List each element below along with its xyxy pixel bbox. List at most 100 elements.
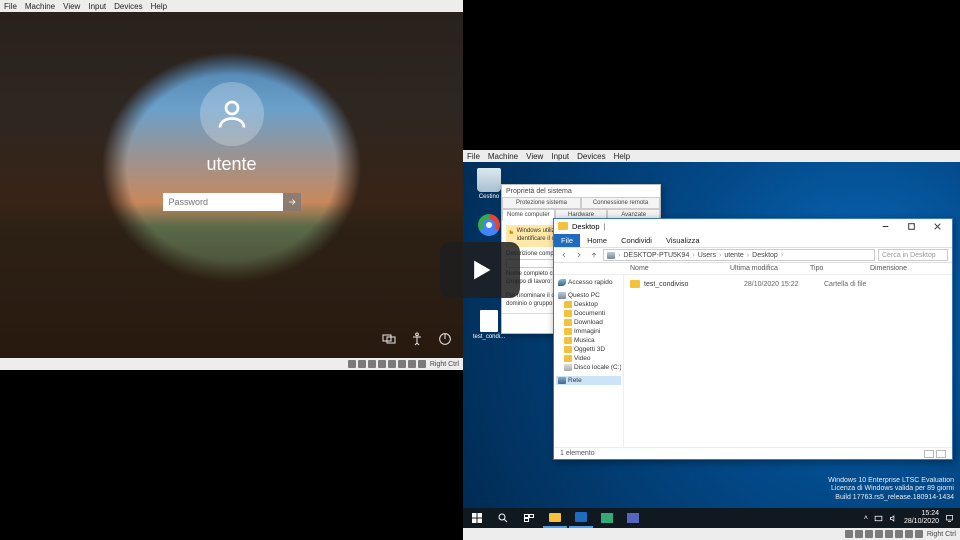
menu-input[interactable]: Input bbox=[88, 2, 106, 11]
folder-icon bbox=[558, 222, 568, 230]
taskview-button[interactable] bbox=[517, 508, 541, 528]
tree-item[interactable]: Disco locale (C:) bbox=[556, 363, 621, 372]
maximize-button[interactable] bbox=[900, 220, 922, 232]
network-icon[interactable] bbox=[874, 514, 883, 523]
ribbon-tab[interactable]: Home bbox=[580, 234, 614, 247]
tree-item[interactable]: Questo PC bbox=[556, 291, 621, 300]
explorer-search-input[interactable]: Cerca in Desktop bbox=[878, 249, 948, 261]
explorer-file-list[interactable]: test_condiviso 28/10/2020 15:22 Cartella… bbox=[624, 275, 952, 447]
volume-icon[interactable] bbox=[889, 514, 898, 523]
menu-file[interactable]: File bbox=[467, 152, 480, 161]
tree-item[interactable]: Desktop bbox=[556, 300, 621, 309]
list-item[interactable]: test_condiviso 28/10/2020 15:22 Cartella… bbox=[630, 279, 946, 289]
menu-view[interactable]: View bbox=[526, 152, 543, 161]
tree-item[interactable]: Documenti bbox=[556, 309, 621, 318]
folder-icon bbox=[564, 346, 572, 353]
info-icon bbox=[509, 228, 514, 236]
gear-icon bbox=[575, 512, 587, 522]
menu-devices[interactable]: Devices bbox=[114, 2, 142, 11]
tray-chevron-icon[interactable]: ˄ bbox=[864, 515, 868, 522]
tree-network[interactable]: Rete bbox=[556, 376, 621, 385]
folder-icon bbox=[564, 310, 572, 317]
col-type: Tipo bbox=[804, 263, 864, 274]
windows-watermark: Windows 10 Enterprise LTSC Evaluation Li… bbox=[828, 477, 954, 502]
tree-item[interactable]: Immagini bbox=[556, 327, 621, 336]
explorer-title: Desktop bbox=[572, 222, 600, 231]
user-avatar bbox=[200, 82, 264, 146]
recyclebin-icon bbox=[477, 168, 501, 192]
status-icon bbox=[895, 530, 903, 538]
login-username: utente bbox=[206, 154, 256, 175]
windows-desktop[interactable]: Cestino test_condi... Proprietà del sist… bbox=[463, 162, 960, 528]
close-button[interactable] bbox=[926, 220, 948, 232]
chrome-icon bbox=[478, 214, 500, 236]
password-input[interactable] bbox=[163, 193, 283, 211]
menu-file[interactable]: File bbox=[4, 2, 17, 11]
col-size: Dimensione bbox=[864, 263, 914, 274]
menu-devices[interactable]: Devices bbox=[577, 152, 605, 161]
folder-icon bbox=[564, 355, 572, 362]
status-icon bbox=[865, 530, 873, 538]
tree-item[interactable]: Video bbox=[556, 354, 621, 363]
app-icon bbox=[601, 513, 613, 523]
pc-icon bbox=[607, 252, 615, 259]
folder-icon bbox=[630, 280, 640, 288]
column-headers[interactable]: Nome Ultima modifica Tipo Dimensione bbox=[554, 263, 952, 275]
desktop-icon-label: test_condi... bbox=[473, 334, 505, 340]
taskbar[interactable]: ˄ 15:24 28/10/2020 bbox=[463, 508, 960, 528]
taskbar-search-button[interactable] bbox=[491, 508, 515, 528]
vm-menubar-left[interactable]: File Machine View Input Devices Help bbox=[0, 0, 463, 12]
menu-machine[interactable]: Machine bbox=[488, 152, 518, 161]
menu-help[interactable]: Help bbox=[151, 2, 167, 11]
nav-back-button[interactable] bbox=[558, 249, 570, 261]
ease-of-access-icon[interactable] bbox=[409, 331, 425, 350]
menu-help[interactable]: Help bbox=[614, 152, 630, 161]
tree-quick-access[interactable]: Accesso rapido bbox=[556, 278, 621, 287]
taskbar-app-sysprops[interactable] bbox=[569, 508, 593, 528]
ribbon-tab[interactable]: Condividi bbox=[614, 234, 659, 247]
syswin-tab[interactable]: Protezione sistema bbox=[502, 197, 581, 209]
notifications-icon[interactable] bbox=[945, 514, 954, 523]
video-play-button[interactable] bbox=[440, 242, 520, 298]
view-details-icon[interactable] bbox=[924, 450, 934, 458]
host-key-label: Right Ctrl bbox=[927, 531, 956, 538]
file-explorer-window[interactable]: Desktop | File Home Condividi Visualizza bbox=[553, 218, 953, 460]
vm-menubar-right[interactable]: File Machine View Input Devices Help bbox=[463, 150, 960, 162]
network-icon[interactable] bbox=[381, 331, 397, 350]
start-button[interactable] bbox=[465, 508, 489, 528]
address-breadcrumb[interactable]: › DESKTOP-PTU5K94› Users› utente› Deskto… bbox=[603, 249, 875, 261]
tree-item[interactable]: Oggetti 3D bbox=[556, 345, 621, 354]
explorer-tree[interactable]: Accesso rapido Questo PC Desktop Documen… bbox=[554, 275, 624, 447]
folder-icon bbox=[564, 301, 572, 308]
minimize-button[interactable] bbox=[874, 220, 896, 232]
ribbon-tab[interactable]: Visualizza bbox=[659, 234, 707, 247]
login-submit-button[interactable] bbox=[283, 193, 301, 211]
power-icon[interactable] bbox=[437, 331, 453, 350]
taskbar-app[interactable] bbox=[595, 508, 619, 528]
taskbar-app-explorer[interactable] bbox=[543, 508, 567, 528]
status-icon bbox=[905, 530, 913, 538]
status-icon bbox=[845, 530, 853, 538]
syswin-tab-active[interactable]: Nome computer bbox=[502, 209, 555, 221]
tree-item[interactable]: Musica bbox=[556, 336, 621, 345]
file-icon bbox=[480, 310, 498, 332]
menu-machine[interactable]: Machine bbox=[25, 2, 55, 11]
status-icon bbox=[378, 360, 386, 368]
status-icon bbox=[388, 360, 396, 368]
col-name: Nome bbox=[624, 263, 724, 274]
view-tiles-icon[interactable] bbox=[936, 450, 946, 458]
tray-clock[interactable]: 15:24 28/10/2020 bbox=[904, 510, 939, 525]
tree-item[interactable]: Download bbox=[556, 318, 621, 327]
syswin-tab[interactable]: Connessione remota bbox=[581, 197, 660, 209]
play-icon bbox=[466, 256, 494, 284]
ribbon-tab-file[interactable]: File bbox=[554, 234, 580, 247]
menu-input[interactable]: Input bbox=[551, 152, 569, 161]
nav-up-button[interactable] bbox=[588, 249, 600, 261]
taskbar-app[interactable] bbox=[621, 508, 645, 528]
nav-forward-button[interactable] bbox=[573, 249, 585, 261]
host-key-label: Right Ctrl bbox=[430, 361, 459, 368]
system-tray[interactable]: ˄ 15:24 28/10/2020 bbox=[864, 510, 958, 525]
status-icon bbox=[855, 530, 863, 538]
desktop-icon-label: Cestino bbox=[479, 194, 499, 200]
menu-view[interactable]: View bbox=[63, 2, 80, 11]
